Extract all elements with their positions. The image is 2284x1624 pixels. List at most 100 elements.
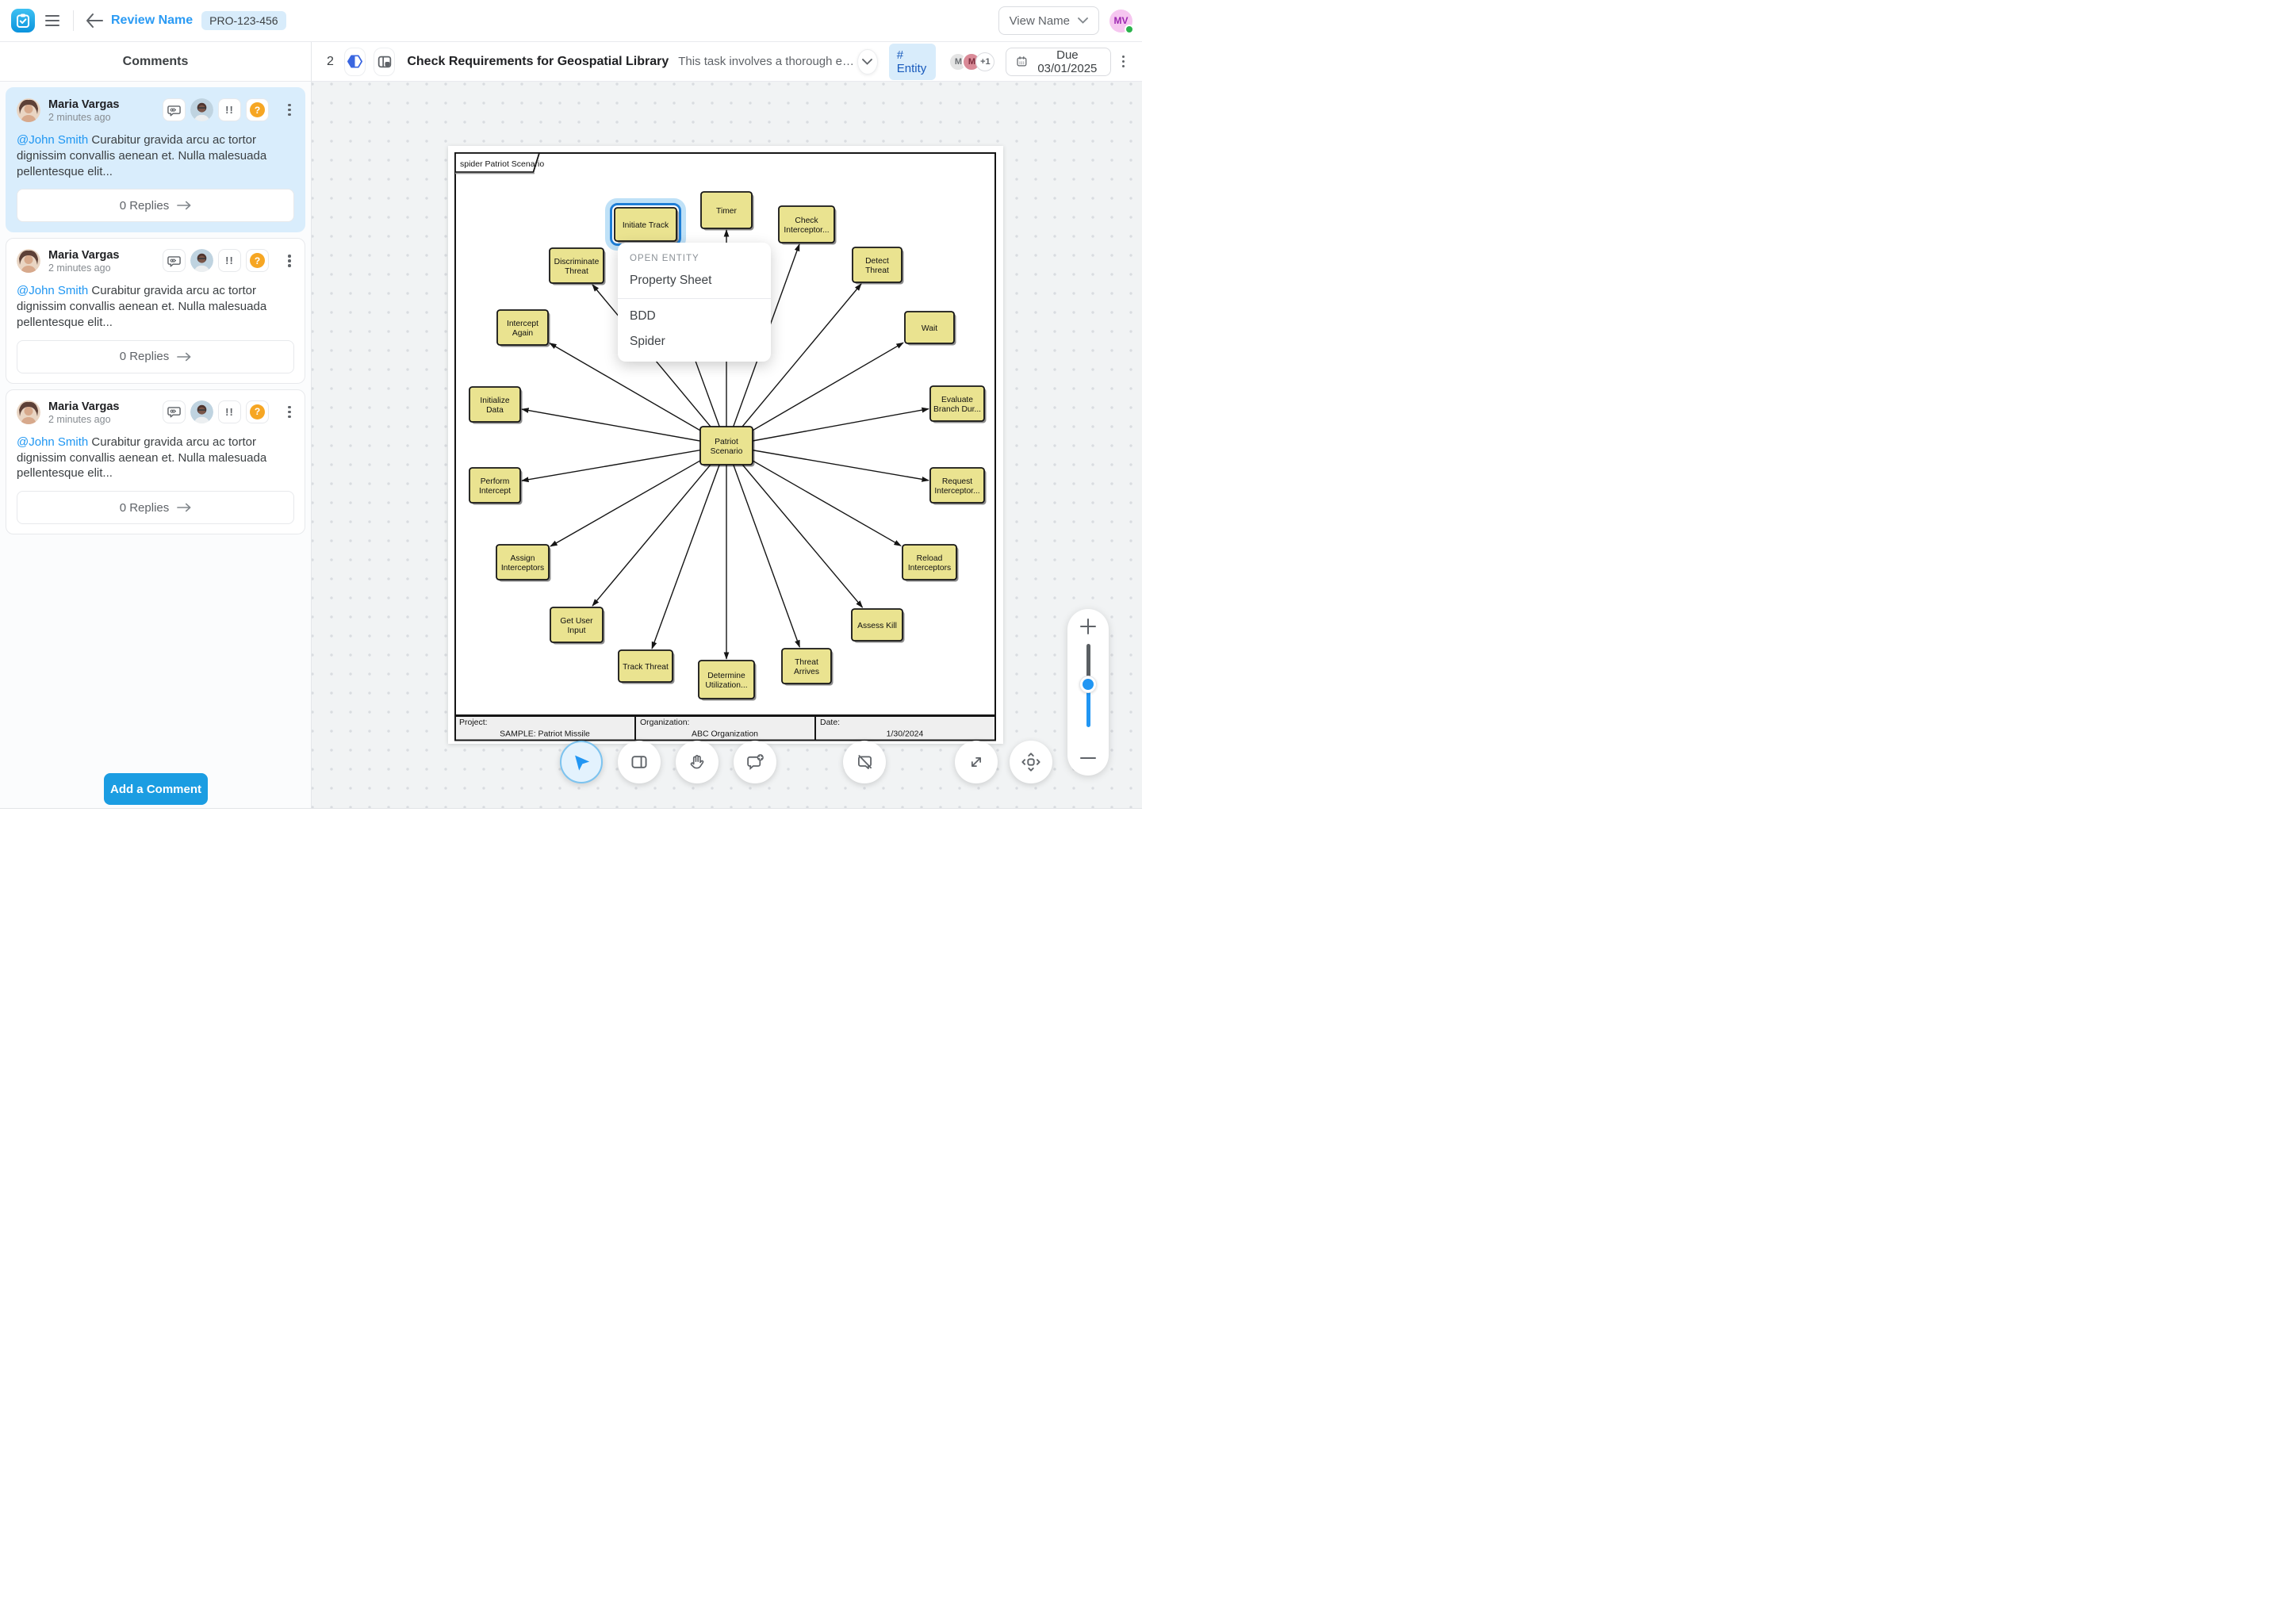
diagram-node-evaluate-branch-dur[interactable]: EvaluateBranch Dur... — [930, 386, 987, 423]
svg-text:DetermineUtilization...: DetermineUtilization... — [705, 672, 747, 690]
menu-icon[interactable] — [45, 12, 63, 29]
priority-icon: !! — [225, 406, 234, 418]
due-date-button[interactable]: Due 03/01/2025 — [1006, 48, 1110, 76]
assignee-avatar[interactable] — [190, 98, 213, 121]
diagram-node-detect-threat[interactable]: DetectThreat — [853, 247, 904, 285]
comment-card[interactable]: Maria Vargas 2 minutes ago !! — [6, 87, 305, 232]
comment-overflow-menu[interactable] — [285, 249, 294, 272]
diagram-node-patriot-scenario[interactable]: PatriotScenario — [700, 427, 755, 467]
top-bar: Review Name PRO-123-456 View Name MV — [0, 0, 1142, 42]
comment-plus-icon — [745, 753, 765, 772]
arrow-right-icon — [177, 503, 191, 512]
zoom-slider-knob[interactable] — [1079, 676, 1097, 693]
diagram-node-get-user-input[interactable]: Get UserInput — [550, 607, 605, 645]
layout-view-button[interactable] — [374, 48, 395, 76]
comment-overflow-menu[interactable] — [285, 400, 294, 423]
mention-link[interactable]: @John Smith — [17, 435, 88, 449]
assignee-avatar[interactable] — [190, 249, 213, 272]
menu-item-property-sheet[interactable]: Property Sheet — [618, 268, 771, 293]
hide-comments-button[interactable] — [843, 741, 886, 783]
chevron-down-icon — [1078, 17, 1088, 24]
diagram-node-initialize-data[interactable]: InitializeData — [469, 387, 523, 424]
diagram-node-discriminate-threat[interactable]: DiscriminateThreat — [550, 248, 606, 285]
add-comment-button[interactable]: Add a Comment — [104, 773, 208, 805]
comment-card[interactable]: Maria Vargas 2 minutes ago !! — [6, 389, 305, 534]
menu-item-bdd[interactable]: BDD — [618, 304, 771, 329]
diagram-node-perform-intercept[interactable]: PerformIntercept — [469, 468, 523, 505]
diagram-node-threat-arrives[interactable]: ThreatArrives — [782, 649, 834, 686]
author-name: Maria Vargas — [48, 249, 119, 262]
arrow-right-icon — [177, 201, 191, 210]
panel-toggle-button[interactable] — [618, 741, 661, 783]
priority-button[interactable]: !! — [218, 249, 241, 272]
pan-navigate-button[interactable] — [1010, 741, 1052, 783]
add-comment-tool-button[interactable] — [734, 741, 776, 783]
status-button[interactable]: ? — [246, 400, 269, 423]
svg-text:PerformIntercept: PerformIntercept — [479, 477, 511, 496]
diagram-node-track-threat[interactable]: Track Threat — [619, 650, 675, 684]
replies-button[interactable]: 0 Replies — [17, 189, 294, 222]
diagram-node-assign-interceptors[interactable]: AssignInterceptors — [496, 545, 551, 582]
comment-link-button[interactable] — [163, 400, 186, 423]
zoom-in-button[interactable] — [1067, 609, 1109, 644]
user-avatar[interactable]: MV — [1109, 10, 1132, 33]
back-arrow-icon[interactable] — [85, 13, 104, 29]
view-name-dropdown[interactable]: View Name — [998, 6, 1099, 35]
select-tool-button[interactable] — [560, 741, 603, 783]
comment-link-icon — [167, 405, 181, 418]
menu-item-spider[interactable]: Spider — [618, 329, 771, 354]
replies-button[interactable]: 0 Replies — [17, 340, 294, 373]
comment-overflow-menu[interactable] — [285, 98, 294, 121]
replies-button[interactable]: 0 Replies — [17, 491, 294, 524]
diagram-node-intercept-again[interactable]: InterceptAgain — [497, 310, 550, 347]
zoom-out-button[interactable] — [1067, 741, 1109, 776]
diagram-node-check-interceptor[interactable]: CheckInterceptor... — [779, 206, 837, 245]
status-button[interactable]: ? — [246, 249, 269, 272]
priority-icon: !! — [225, 104, 234, 116]
diagram-node-request-interceptor[interactable]: RequestInterceptor... — [930, 468, 987, 505]
menu-divider — [618, 298, 771, 299]
diagram-edge-track-threat — [652, 446, 726, 649]
comment-link-button[interactable] — [163, 249, 186, 272]
assignee-avatar-stack[interactable]: M M +1 — [948, 52, 994, 71]
diagram-node-wait[interactable]: Wait — [905, 312, 956, 346]
comment-link-button[interactable] — [163, 98, 186, 121]
avatar-more: +1 — [975, 52, 994, 71]
priority-icon: !! — [225, 255, 234, 266]
diagram-canvas[interactable]: spider Patriot Scenario PatriotScenarioI… — [312, 82, 1142, 812]
priority-button[interactable]: !! — [218, 98, 241, 121]
footer-org-value: ABC Organization — [692, 730, 758, 739]
mention-link[interactable]: @John Smith — [17, 284, 88, 297]
comment-card[interactable]: Maria Vargas 2 minutes ago !! — [6, 238, 305, 383]
footer-date-value: 1/30/2024 — [887, 730, 924, 739]
assignee-avatar[interactable] — [190, 400, 213, 423]
svg-text:DetectThreat: DetectThreat — [865, 257, 889, 275]
comments-sidebar: Maria Vargas 2 minutes ago !! — [0, 82, 312, 812]
hexagon-icon — [346, 52, 364, 71]
task-overflow-menu[interactable] — [1122, 56, 1125, 68]
comment-link-icon — [167, 255, 181, 267]
diagram-node-initiate-track[interactable]: Initiate Track — [607, 201, 684, 248]
svg-text:Assess Kill: Assess Kill — [857, 622, 897, 630]
entity-shape-button[interactable] — [344, 48, 366, 76]
status-button[interactable]: ? — [246, 98, 269, 121]
zoom-slider[interactable] — [1067, 644, 1109, 741]
expand-task-button[interactable] — [857, 49, 878, 75]
fullscreen-button[interactable] — [955, 741, 998, 783]
diagram-edge-assess-kill — [726, 446, 863, 607]
svg-text:Wait: Wait — [922, 324, 937, 333]
breadcrumb-review-name[interactable]: Review Name — [111, 13, 193, 28]
mention-link[interactable]: @John Smith — [17, 133, 88, 147]
diagram-node-determine-utilization[interactable]: DetermineUtilization... — [699, 661, 757, 701]
comment-text: @John Smith Curabitur gravida arcu ac to… — [17, 435, 294, 481]
svg-text:Timer: Timer — [716, 207, 737, 216]
entity-tag-badge[interactable]: # Entity — [889, 44, 937, 80]
footer-project-value: SAMPLE: Patriot Missile — [500, 730, 590, 739]
app-logo-icon[interactable] — [11, 9, 35, 33]
diagram-node-reload-interceptors[interactable]: ReloadInterceptors — [902, 545, 959, 582]
diagram-node-assess-kill[interactable]: Assess Kill — [852, 609, 905, 643]
pan-tool-button[interactable] — [676, 741, 719, 783]
online-status-dot — [1125, 25, 1134, 34]
priority-button[interactable]: !! — [218, 400, 241, 423]
diagram-node-timer[interactable]: Timer — [701, 192, 754, 231]
